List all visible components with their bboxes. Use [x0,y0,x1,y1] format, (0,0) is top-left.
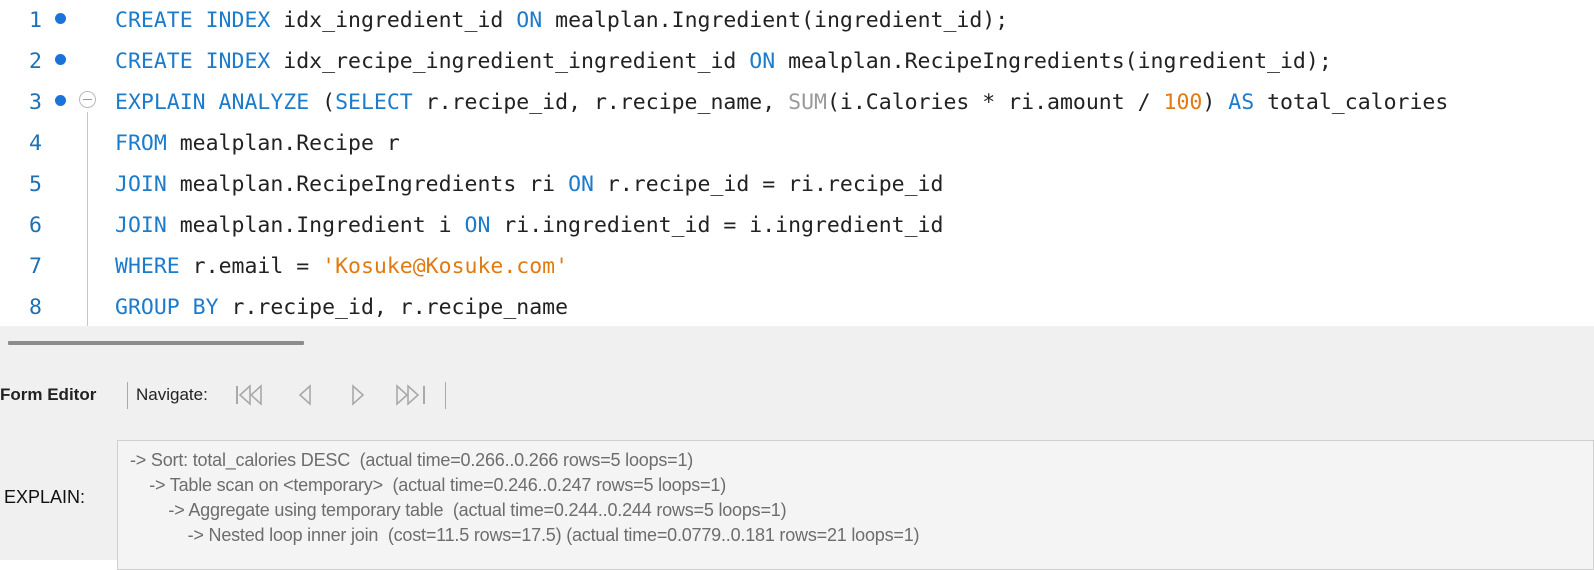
code-line[interactable]: 2 CREATE INDEX idx_recipe_ingredient_ingr… [0,41,1594,82]
code-token: WHERE [115,254,180,279]
code-token: mealplan.Ingredient i [166,213,465,238]
code-line[interactable]: 1 CREATE INDEX idx_ingredient_id ON mealp… [0,0,1594,41]
code-line[interactable]: 3 EXPLAIN ANALYZE (SELECT r.recipe_id, r.… [0,82,1594,123]
code-token: 'Kosuke@Kosuke.com' [322,254,569,279]
code-token: CREATE INDEX [115,49,271,74]
fold-collapse-icon[interactable] [79,91,96,108]
form-editor-label[interactable]: Form Editor [0,385,96,405]
code-text: EXPLAIN ANALYZE (SELECT r.recipe_id, r.r… [115,82,1448,123]
toolbar-separator [127,382,128,409]
code-token: ri.ingredient_id = i.ingredient_id [490,213,944,238]
first-record-icon [236,384,262,406]
code-text: CREATE INDEX idx_ingredient_id ON mealpl… [115,0,1008,41]
code-token: SUM [788,90,827,115]
line-number: 3 [29,90,42,115]
statement-marker-icon [55,54,66,65]
code-text: CREATE INDEX idx_recipe_ingredient_ingre… [115,41,1332,82]
code-token: r.recipe_id, r.recipe_name, [412,90,789,115]
line-number: 6 [29,213,42,238]
line-number: 2 [29,49,42,74]
statement-marker-icon [55,95,66,106]
code-line[interactable]: 4 FROM mealplan.Recipe r [0,123,1594,164]
last-record-icon [396,384,425,406]
code-token: ( [309,90,336,115]
code-token: CREATE INDEX [115,8,271,33]
code-token: idx_recipe_ingredient_ingredient_id [270,49,750,74]
form-editor-panel: EXPLAIN: -> Sort: total_calories DESC (a… [0,420,1594,570]
code-text: JOIN mealplan.Ingredient i ON ri.ingredi… [115,205,943,246]
editor-horizontal-scrollbar[interactable] [0,326,1594,370]
explain-output-field[interactable]: -> Sort: total_calories DESC (actual tim… [117,440,1594,570]
code-token: r.email = [179,254,323,279]
explain-line: -> Aggregate using temporary table (actu… [130,500,787,520]
code-text: JOIN mealplan.RecipeIngredients ri ON r.… [115,164,943,205]
code-token: (i.Calories * ri.amount / [826,90,1164,115]
code-token: SELECT [335,90,413,115]
line-number: 4 [29,131,42,156]
code-line[interactable]: 7 WHERE r.email = 'Kosuke@Kosuke.com' [0,246,1594,287]
code-token: ON [568,172,594,197]
statement-marker-icon [55,13,66,24]
code-token: ON [464,213,491,238]
code-token: r.recipe_id, r.recipe_name [218,295,569,320]
last-record-button[interactable] [394,382,430,408]
next-record-button[interactable] [340,382,376,408]
explain-field-label: EXPLAIN: [4,487,86,507]
code-token: total_calories [1254,90,1449,115]
explain-line: -> Table scan on <temporary> (actual tim… [130,475,727,495]
code-text: GROUP BY r.recipe_id, r.recipe_name [115,287,568,326]
scrollbar-thumb[interactable] [8,341,304,345]
code-text: WHERE r.email = 'Kosuke@Kosuke.com' [115,246,568,287]
line-number: 1 [29,8,42,33]
toolbar-separator [445,382,446,409]
code-token: JOIN [115,213,167,238]
explain-line: -> Sort: total_calories DESC (actual tim… [130,450,694,470]
code-token: r.recipe_id = ri.recipe_id [593,172,944,197]
previous-record-icon [298,384,311,406]
code-token: ) [1202,90,1229,115]
code-line[interactable]: 6 JOIN mealplan.Ingredient i ON ri.ingred… [0,205,1594,246]
code-token: GROUP BY [115,295,219,320]
code-token: AS [1228,90,1255,115]
code-token: mealplan.Recipe r [166,131,400,156]
code-token: JOIN [115,172,167,197]
line-number: 8 [29,295,42,320]
code-token: ON [516,8,543,33]
first-record-button[interactable] [232,382,268,408]
code-token: mealplan.Ingredient(ingredient_id); [542,8,1009,33]
navigate-label: Navigate: [136,385,208,404]
code-token: idx_ingredient_id [270,8,517,33]
code-text: FROM mealplan.Recipe r [115,123,400,164]
code-token: 100 [1163,90,1203,115]
code-line[interactable]: 8 GROUP BY r.recipe_id, r.recipe_name [0,287,1594,326]
result-toolbar: Form Editor Navigate: [0,370,1594,420]
code-token: FROM [115,131,167,156]
previous-record-button[interactable] [288,382,324,408]
line-number: 7 [29,254,42,279]
code-line[interactable]: 5 JOIN mealplan.RecipeIngredients ri ON r… [0,164,1594,205]
code-token: mealplan.RecipeIngredients(ingredient_id… [775,49,1332,74]
code-token: ON [749,49,776,74]
code-token: mealplan.RecipeIngredients ri [166,172,569,197]
sql-editor[interactable]: 1 CREATE INDEX idx_ingredient_id ON mealp… [0,0,1594,326]
explain-line: -> Nested loop inner join (cost=11.5 row… [130,525,920,545]
line-number: 5 [29,172,42,197]
code-token: EXPLAIN ANALYZE [115,90,310,115]
next-record-icon [352,384,365,406]
